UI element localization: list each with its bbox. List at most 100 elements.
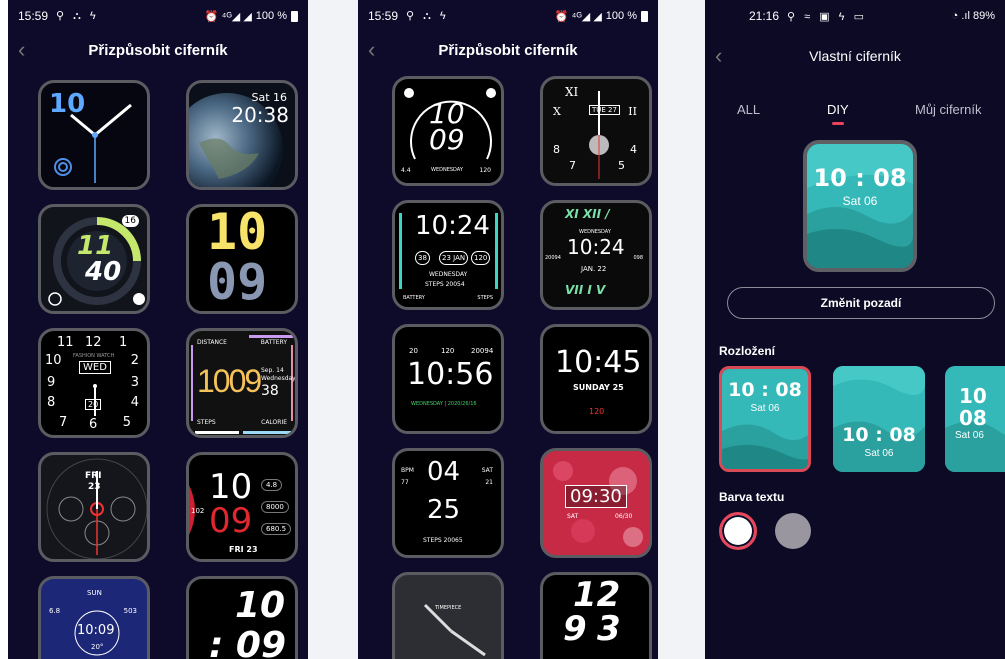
status-bar: 21:16 ⚲ ≈ ▣ ϟ ▭ ◔ .ıl 89% bbox=[705, 0, 1005, 32]
steps-caption: STEPS bbox=[477, 295, 493, 301]
date-label: 06/30 bbox=[615, 513, 633, 520]
watch-face-1[interactable]: 10 bbox=[38, 80, 150, 190]
header: ‹ Přizpůsobit ciferník bbox=[358, 34, 658, 66]
watch-face-6[interactable]: DISTANCE BATTERY 1009 Sep. 14 Wednesday … bbox=[186, 328, 298, 438]
numeral: 5 bbox=[618, 159, 625, 172]
moon-dial bbox=[589, 91, 609, 179]
tab-diy[interactable]: DIY bbox=[827, 102, 849, 117]
page-title: Přizpůsobit ciferník bbox=[88, 41, 228, 59]
roman-top: XI XII / bbox=[565, 207, 610, 221]
watch-face-8[interactable]: 102 10 09 4.8 8000 680.5 FRI 23 bbox=[186, 452, 298, 562]
roman-bottom: VII I V bbox=[565, 283, 606, 297]
watch-face-19[interactable]: TIMEPIECE bbox=[392, 572, 504, 659]
preview-date: Sat 06 bbox=[842, 194, 878, 208]
layout-minute: 08 bbox=[959, 406, 987, 430]
color-swatch-gray[interactable] bbox=[775, 513, 811, 549]
tab-my-faces[interactable]: Můj ciferník bbox=[915, 102, 981, 117]
stat-1: 6.8 bbox=[49, 607, 61, 615]
change-background-button[interactable]: Změnit pozadí bbox=[727, 287, 995, 319]
battery-icon bbox=[291, 10, 298, 22]
heart-rate-label: 120 bbox=[589, 407, 605, 416]
watch-face-4[interactable]: 10 09 bbox=[186, 204, 298, 314]
watch-face-5[interactable]: 11 12 1 10 2 FASHION WATCH WED 9 3 20 8 … bbox=[38, 328, 150, 438]
time-label: 09:30 bbox=[565, 485, 627, 508]
back-icon[interactable]: ‹ bbox=[715, 43, 722, 69]
preview-time: 10 : 08 bbox=[813, 164, 907, 192]
watch-face-10[interactable]: 10 : 09 bbox=[186, 576, 298, 659]
watch-face-7[interactable]: FRI 23 bbox=[38, 452, 150, 562]
battery-icon bbox=[641, 10, 648, 22]
layout-option-2[interactable]: 10 : 08 Sat 06 bbox=[833, 366, 925, 472]
day-label: SAT bbox=[567, 513, 579, 520]
time-label: 10:24 bbox=[567, 235, 625, 259]
layout-option-3[interactable]: 10 08 Sat 06 bbox=[945, 366, 1005, 472]
layout-option-1[interactable]: 10 : 08 Sat 06 bbox=[719, 366, 811, 472]
watch-face-12[interactable]: XI TUE 27 X II 8 4 7 5 bbox=[540, 76, 652, 186]
time-label: 10:45 bbox=[555, 345, 642, 380]
phone-screen-1: 15:59 ⚲ ⛬ ϟ ⏰ ⁴ᴳ◢ ◢ 100 % ‹ Přizpůsobit … bbox=[8, 0, 308, 659]
tab-indicator bbox=[832, 122, 844, 125]
badge-label: 16 bbox=[121, 215, 139, 227]
status-bar: 15:59 ⚲ ⛬ ϟ ⏰ ⁴ᴳ◢ ◢ 100 % bbox=[8, 0, 308, 32]
weekday-label: Wednesday bbox=[261, 375, 296, 382]
minute-label: 09 bbox=[207, 253, 268, 311]
seconds-label: 38 bbox=[261, 383, 279, 399]
status-battery: 100 % bbox=[605, 10, 637, 22]
stat-3: 20094 bbox=[471, 347, 494, 355]
time-label: 10:56 bbox=[407, 357, 494, 392]
sun-label: SUN bbox=[87, 589, 102, 597]
stat-2: 21 bbox=[485, 479, 493, 486]
complication-2: 23 JAN bbox=[439, 251, 469, 265]
sat-label: SAT bbox=[481, 467, 493, 474]
watch-face-13[interactable]: 10:24 38 23 JAN 120 WEDNESDAY STEPS 2005… bbox=[392, 200, 504, 310]
layout-time: 10 : 08 bbox=[842, 424, 916, 446]
watch-face-9[interactable]: SUN 6.8 503 10:09 20° bbox=[38, 576, 150, 659]
weekday-label: WEDNESDAY bbox=[431, 167, 463, 173]
watch-face-14[interactable]: XI XII / WEDNESDAY 10:24 20094 098 JAN. … bbox=[540, 200, 652, 310]
minute-label: 09 bbox=[429, 123, 465, 156]
watch-face-17[interactable]: BPM SAT 77 21 04 25 STEPS 20065 bbox=[392, 448, 504, 558]
hour-label: 04 bbox=[427, 457, 461, 487]
stat-1: 77 bbox=[401, 479, 409, 486]
battery-label: BATTERY bbox=[260, 339, 287, 346]
numeral: II bbox=[628, 105, 637, 118]
layout-date: Sat 06 bbox=[750, 403, 780, 414]
stat-1: 20 bbox=[409, 347, 418, 355]
steps-label: STEPS bbox=[197, 419, 216, 426]
seconds-label: 3 bbox=[597, 609, 621, 649]
complication-1: 38 bbox=[415, 251, 430, 265]
tab-all[interactable]: ALL bbox=[737, 102, 760, 117]
color-swatch-white[interactable] bbox=[719, 512, 757, 550]
watch-preview: 10 : 08 Sat 06 bbox=[803, 140, 917, 272]
watch-face-20[interactable]: 12 9 3 bbox=[540, 572, 652, 659]
layout-date: Sat 06 bbox=[955, 430, 984, 441]
header: ‹ Vlastní ciferník bbox=[705, 40, 1005, 72]
date-label: Sep. 14 bbox=[261, 367, 284, 374]
day-label: SUNDAY 25 bbox=[573, 383, 624, 392]
status-right: ◔ .ıl 89% bbox=[951, 10, 995, 22]
status-battery: 100 % bbox=[255, 10, 287, 22]
numeral: 8 bbox=[553, 143, 560, 156]
watch-face-16[interactable]: 10:45 SUNDAY 25 120 bbox=[540, 324, 652, 434]
watch-face-11[interactable]: 10 09 WEDNESDAY 4.4 120 bbox=[392, 76, 504, 186]
watch-face-18[interactable]: 09:30 SAT 06/30 bbox=[540, 448, 652, 558]
stat-1: 4.4 bbox=[401, 167, 411, 174]
minute-label: 09 bbox=[209, 501, 253, 541]
watch-face-15[interactable]: 20 120 20094 10:56 WEDNESDAY | 2020/26/1… bbox=[392, 324, 504, 434]
watch-face-3[interactable]: 16 11 40 bbox=[38, 204, 150, 314]
date-label: 23 bbox=[88, 482, 101, 492]
time-label: 10:24 bbox=[415, 211, 490, 241]
back-icon[interactable]: ‹ bbox=[368, 37, 375, 63]
back-icon[interactable]: ‹ bbox=[18, 37, 25, 63]
status-alarm-signal: ⏰ ⁴ᴳ◢ ◢ bbox=[204, 10, 252, 23]
temp-label: 20° bbox=[91, 643, 104, 651]
stat-2: 120 bbox=[479, 167, 491, 174]
status-time: 21:16 bbox=[749, 9, 780, 23]
phone-screen-2: 15:59 ⚲ ⛬ ϟ ⏰ ⁴ᴳ◢ ◢ 100 % ‹ Přizpůsobit … bbox=[358, 0, 658, 659]
side-stat-2: 098 bbox=[633, 255, 643, 261]
date-label: TUE 27 bbox=[589, 105, 620, 115]
minute-label: 40 bbox=[85, 257, 122, 287]
layout-date: Sat 06 bbox=[864, 448, 894, 459]
watch-face-2[interactable]: Sat 16 20:38 bbox=[186, 80, 298, 190]
analog-hands bbox=[93, 384, 97, 416]
